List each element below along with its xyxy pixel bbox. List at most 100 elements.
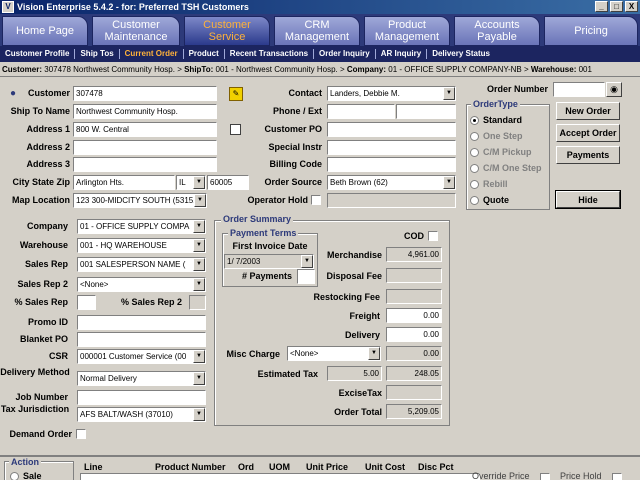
override-price-label: Override Price: [472, 471, 530, 480]
sales-rep-label: Sales Rep: [24, 259, 68, 269]
customer-notes-icon[interactable]: ✎: [229, 87, 243, 101]
new-order-button[interactable]: New Order: [556, 102, 620, 120]
operator-hold-checkbox[interactable]: [311, 195, 321, 205]
phone-input[interactable]: [327, 104, 395, 119]
cod-checkbox[interactable]: [428, 231, 438, 241]
maximize-button[interactable]: □: [610, 1, 623, 12]
column-line[interactable]: Line: [84, 462, 103, 472]
city-state-zip-label: City State Zip: [12, 177, 70, 187]
state-select[interactable]: IL ▼: [176, 175, 206, 190]
address-verify-icon[interactable]: [230, 124, 241, 135]
order-type-cm-pickup[interactable]: C/M Pickup: [470, 146, 532, 158]
order-type-cm-one-step[interactable]: C/M One Step: [470, 162, 542, 174]
radio-rebill[interactable]: [470, 179, 479, 189]
window-title: Vision Enterprise 5.4.2 - for: Preferred…: [17, 2, 249, 12]
promo-id-input[interactable]: [77, 315, 206, 330]
sales-rep-select[interactable]: 001 SALESPERSON NAME (▼: [77, 257, 206, 272]
company-label: Company: [26, 221, 68, 231]
payments-button[interactable]: Payments: [556, 146, 620, 164]
order-number-input[interactable]: [553, 82, 605, 97]
disposal-fee-value: [386, 268, 442, 283]
pct-sales-rep2-input[interactable]: [189, 295, 206, 310]
tab-crm-management[interactable]: CRM Management: [274, 16, 360, 46]
tab-accounts-payable[interactable]: Accounts Payable: [454, 16, 540, 46]
delivery-input[interactable]: 0.00: [386, 327, 442, 342]
customer-po-input[interactable]: [327, 122, 456, 137]
order-source-select[interactable]: Beth Brown (62) ▼: [327, 175, 456, 190]
override-price-checkbox[interactable]: [540, 473, 550, 480]
customer-lookup-icon[interactable]: ●: [10, 89, 19, 99]
subnav-order-inquiry[interactable]: Order Inquiry: [314, 49, 376, 59]
order-type-one-step[interactable]: One Step: [470, 130, 523, 142]
address1-label: Address 1: [26, 124, 70, 134]
subnav-ship-tos[interactable]: Ship Tos: [75, 49, 120, 59]
phone-ext-input[interactable]: [396, 104, 456, 119]
billing-code-input[interactable]: [327, 157, 456, 172]
tab-home-page[interactable]: Home Page: [2, 16, 88, 46]
radio-sale[interactable]: [10, 471, 19, 480]
state-value: IL: [179, 178, 186, 187]
phone-label: Phone / Ext: [272, 106, 322, 116]
price-hold-checkbox[interactable]: [612, 473, 622, 480]
pct-sales-rep-input[interactable]: [77, 295, 96, 310]
hide-button[interactable]: Hide: [555, 190, 621, 209]
zip-input[interactable]: 60005: [207, 175, 249, 190]
radio-cm-one-step[interactable]: [470, 163, 479, 173]
column-uom[interactable]: UOM: [269, 462, 290, 472]
radio-standard[interactable]: [470, 115, 479, 125]
minimize-button[interactable]: _: [595, 1, 608, 12]
customer-label: Customer: [27, 88, 70, 98]
subnav-current-order[interactable]: Current Order: [120, 49, 184, 59]
warehouse-select[interactable]: 001 - HQ WAREHOUSE ▼: [77, 238, 206, 253]
tax-jurisdiction-select[interactable]: AFS BALT/WASH (37010) ▼: [77, 407, 206, 422]
delivery-method-select[interactable]: Normal Delivery ▼: [77, 371, 206, 386]
order-type-standard[interactable]: Standard: [470, 114, 522, 126]
column-unit-price[interactable]: Unit Price: [306, 462, 348, 472]
operator-hold-label: Operator Hold: [247, 195, 308, 205]
subnav-customer-profile[interactable]: Customer Profile: [0, 49, 76, 59]
misc-charge-select[interactable]: <None> ▼: [287, 346, 381, 361]
first-invoice-date-picker[interactable]: 1/ 7/2003 ▼: [224, 254, 314, 269]
column-disc-pct[interactable]: Disc Pct: [418, 462, 454, 472]
misc-charge-select-value: <None>: [290, 349, 319, 358]
tab-product-management[interactable]: Product Management: [364, 16, 450, 46]
radio-one-step[interactable]: [470, 131, 479, 141]
job-number-input[interactable]: [77, 390, 206, 405]
radio-quote[interactable]: [470, 195, 479, 205]
column-unit-cost[interactable]: Unit Cost: [365, 462, 405, 472]
csr-value: 000001 Customer Service (00: [80, 352, 187, 361]
column-ord[interactable]: Ord: [238, 462, 254, 472]
accept-order-button[interactable]: Accept Order: [556, 124, 620, 142]
order-type-rebill[interactable]: Rebill: [470, 178, 508, 190]
map-location-select[interactable]: 123 300-MIDCITY SOUTH (53151 ▼: [73, 193, 207, 208]
tab-customer-service[interactable]: Customer Service: [184, 16, 270, 46]
close-button[interactable]: X: [625, 1, 638, 12]
subnav-product[interactable]: Product: [184, 49, 225, 59]
freight-input[interactable]: 0.00: [386, 308, 442, 323]
city-input[interactable]: Arlington Hts.: [73, 175, 175, 190]
address1-input[interactable]: 800 W. Central: [73, 122, 217, 137]
subnav-ar-inquiry[interactable]: AR Inquiry: [376, 49, 428, 59]
subnav-recent-transactions[interactable]: Recent Transactions: [225, 49, 315, 59]
order-type-quote[interactable]: Quote: [470, 194, 509, 206]
tab-pricing[interactable]: Pricing: [544, 16, 638, 46]
special-instr-input[interactable]: [327, 140, 456, 155]
action-sale[interactable]: Sale: [10, 470, 42, 480]
blanket-po-input[interactable]: [77, 332, 206, 347]
address2-input[interactable]: [73, 140, 217, 155]
customer-input[interactable]: 307478: [73, 86, 217, 101]
sales-rep2-select[interactable]: <None> ▼: [77, 277, 206, 292]
contact-select[interactable]: Landers, Debbie M. ▼: [327, 86, 456, 101]
binoculars-icon[interactable]: ◉: [606, 82, 622, 97]
column-product-number[interactable]: Product Number: [155, 462, 226, 472]
subnav-delivery-status[interactable]: Delivery Status: [427, 49, 495, 59]
tab-customer-maintenance[interactable]: Customer Maintenance: [92, 16, 180, 46]
demand-order-checkbox[interactable]: [76, 429, 86, 439]
radio-cm-pickup[interactable]: [470, 147, 479, 157]
csr-select[interactable]: 000001 Customer Service (00 ▼: [77, 349, 206, 364]
ship-to-name-input[interactable]: Northwest Community Hosp.: [73, 104, 217, 119]
address3-input[interactable]: [73, 157, 217, 172]
breadcrumb-company-label: Company:: [346, 65, 387, 74]
company-select[interactable]: 01 - OFFICE SUPPLY COMPA ▼: [77, 219, 206, 234]
order-line-row[interactable]: [80, 473, 480, 480]
